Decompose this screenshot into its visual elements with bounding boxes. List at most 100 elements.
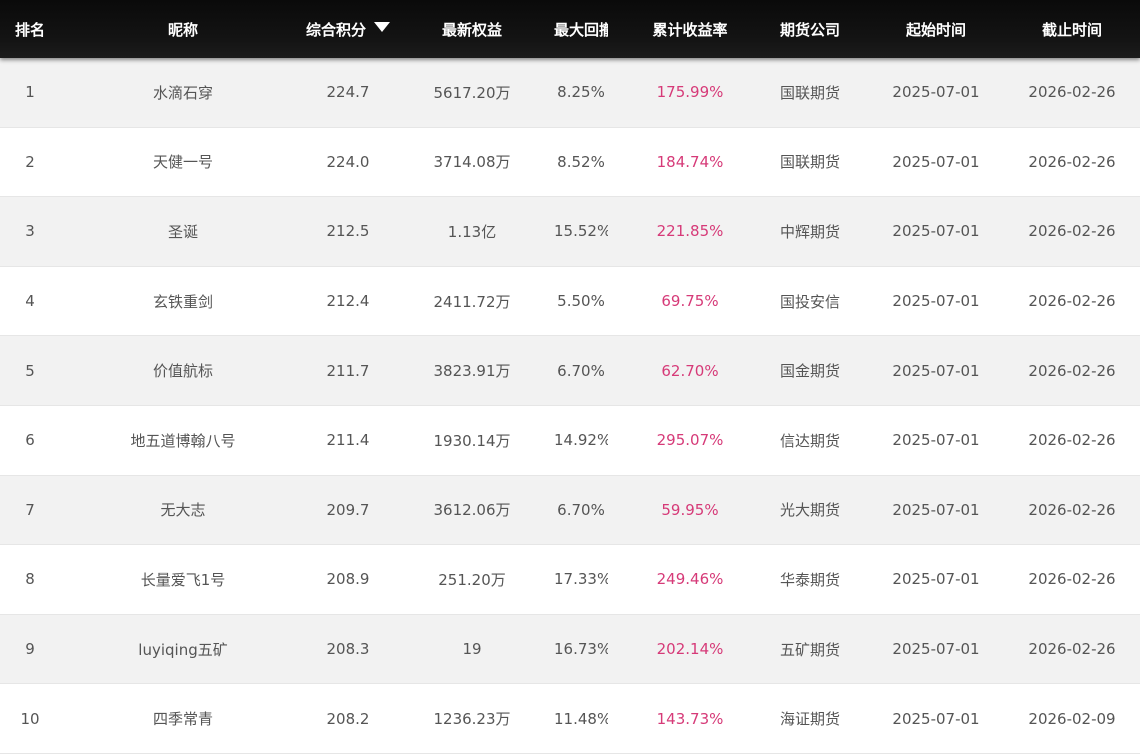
cell-start: 2025-07-01 [892, 500, 980, 519]
cell-drawdown: 5.50% [557, 292, 605, 311]
cell-equity: 251.20万 [438, 570, 506, 589]
cell-score: 212.5 [326, 222, 370, 241]
header-score[interactable]: 综合积分 [306, 19, 390, 40]
cell-return: 295.07% [656, 431, 724, 450]
cell-name[interactable]: 水滴石穿 [60, 82, 306, 103]
cell-company: 国联期货 [779, 153, 840, 172]
cell-end: 2026-02-26 [1028, 570, 1116, 589]
sort-descending-icon[interactable] [374, 22, 390, 32]
table-body: 1 水滴石穿 224.7 5617.20万 8.25% 175.99% 国联期货 2025-0… [0, 58, 1140, 754]
table-row[interactable]: 3 圣诞 212.5 1.13亿 15.52% 221.85% 中辉期货 2025-07-01… [0, 197, 1140, 267]
table-row[interactable]: 10 四季常青 208.2 1236.23万 11.48% 143.73% 海证期货 2025… [0, 684, 1140, 754]
cell-name[interactable]: 四季常青 [60, 708, 306, 729]
cell-drawdown: 8.52% [557, 152, 605, 171]
cell-end: 2026-02-26 [1028, 431, 1116, 450]
cell-return: 202.14% [656, 640, 724, 659]
cell-drawdown: 6.70% [557, 361, 605, 380]
cell-name[interactable]: 价值航标 [60, 360, 306, 381]
cell-name[interactable]: 玄铁重剑 [60, 291, 306, 312]
cell-score: 208.9 [326, 570, 370, 589]
cell-drawdown: 8.25% [557, 83, 605, 102]
cell-company: 华泰期货 [779, 570, 840, 589]
cell-return: 59.95% [661, 500, 719, 519]
table-row[interactable]: 4 玄铁重剑 212.4 2411.72万 5.50% 69.75% 国投安信 2025-07… [0, 266, 1140, 337]
cell-return: 249.46% [656, 570, 724, 589]
cell-return: 62.70% [661, 361, 719, 380]
table-row[interactable]: 9 luyiqing五矿 208.3 19 16.73% 202.14% 五矿期货 2025-… [0, 614, 1140, 685]
cell-start: 2025-07-01 [892, 431, 980, 450]
header-company[interactable]: 期货公司 [772, 19, 848, 40]
cell-equity: 3823.91万 [433, 362, 511, 381]
cell-company: 国金期货 [779, 362, 840, 381]
cell-drawdown: 14.92% [554, 431, 608, 450]
cell-rank: 6 [25, 431, 35, 450]
cell-score: 211.7 [326, 361, 370, 380]
cell-rank: 2 [25, 152, 35, 171]
cell-score: 224.7 [326, 83, 370, 102]
cell-end: 2026-02-26 [1028, 640, 1116, 659]
cell-name[interactable]: 天健一号 [60, 151, 306, 172]
cell-score: 208.2 [326, 709, 370, 728]
table-header: 排名 昵称 综合积分 最新权益 最大回撤 累计收益率 期货公司 起始时间 截止时… [0, 0, 1140, 58]
cell-end: 2026-02-26 [1028, 83, 1116, 102]
cell-start: 2025-07-01 [892, 709, 980, 728]
cell-equity: 3612.06万 [433, 501, 511, 520]
table-row[interactable]: 6 地五道博翰八号 211.4 1930.14万 14.92% 295.07% 信达期货 20… [0, 405, 1140, 476]
cell-company: 光大期货 [779, 501, 840, 520]
table-row[interactable]: 7 无大志 209.7 3612.06万 6.70% 59.95% 光大期货 2025-07-… [0, 475, 1140, 546]
cell-return: 221.85% [656, 222, 724, 241]
cell-start: 2025-07-01 [892, 222, 980, 241]
cell-return: 143.73% [656, 709, 724, 728]
cell-drawdown: 6.70% [557, 500, 605, 519]
cell-drawdown: 11.48% [554, 709, 608, 728]
cell-return: 184.74% [656, 152, 724, 171]
cell-name[interactable]: luyiqing五矿 [60, 639, 306, 660]
table-row[interactable]: 1 水滴石穿 224.7 5617.20万 8.25% 175.99% 国联期货 2025-0… [0, 58, 1140, 128]
cell-start: 2025-07-01 [892, 292, 980, 311]
header-equity[interactable]: 最新权益 [390, 19, 554, 40]
table-row[interactable]: 2 天健一号 224.0 3714.08万 8.52% 184.74% 国联期货 2025-0… [0, 127, 1140, 198]
table-row[interactable]: 8 长量爱飞1号 208.9 251.20万 17.33% 249.46% 华泰期货 2025… [0, 545, 1140, 615]
cell-company: 中辉期货 [779, 222, 840, 241]
cell-equity: 1.13亿 [447, 222, 497, 241]
cell-company: 国联期货 [779, 83, 840, 102]
ranking-table: 排名 昵称 综合积分 最新权益 最大回撤 累计收益率 期货公司 起始时间 截止时… [0, 0, 1140, 754]
cell-score: 211.4 [326, 431, 370, 450]
cell-drawdown: 15.52% [554, 222, 608, 241]
cell-equity: 1930.14万 [433, 431, 511, 450]
header-drawdown[interactable]: 最大回撤 [554, 19, 608, 40]
cell-name[interactable]: 长量爱飞1号 [60, 569, 306, 590]
cell-rank: 3 [25, 222, 35, 241]
cell-score: 208.3 [326, 640, 370, 659]
cell-end: 2026-02-26 [1028, 361, 1116, 380]
cell-return: 175.99% [656, 83, 724, 102]
header-end[interactable]: 截止时间 [1024, 19, 1120, 40]
cell-rank: 5 [25, 361, 35, 380]
header-rank[interactable]: 排名 [0, 19, 60, 40]
cell-start: 2025-07-01 [892, 83, 980, 102]
cell-equity: 19 [462, 640, 482, 659]
cell-name[interactable]: 圣诞 [60, 221, 306, 242]
cell-name[interactable]: 地五道博翰八号 [60, 430, 306, 451]
cell-start: 2025-07-01 [892, 640, 980, 659]
cell-score: 212.4 [326, 292, 370, 311]
cell-rank: 1 [25, 83, 35, 102]
cell-end: 2026-02-26 [1028, 292, 1116, 311]
cell-end: 2026-02-09 [1028, 709, 1116, 728]
cell-start: 2025-07-01 [892, 570, 980, 589]
header-start[interactable]: 起始时间 [848, 19, 1024, 40]
cell-company: 五矿期货 [779, 640, 840, 659]
cell-equity: 2411.72万 [433, 292, 511, 311]
header-name[interactable]: 昵称 [60, 19, 306, 40]
cell-company: 国投安信 [779, 292, 840, 311]
cell-rank: 9 [25, 640, 35, 659]
cell-name[interactable]: 无大志 [60, 499, 306, 520]
table-row[interactable]: 5 价值航标 211.7 3823.91万 6.70% 62.70% 国金期货 2025-07… [0, 336, 1140, 406]
cell-score: 209.7 [326, 500, 370, 519]
header-return[interactable]: 累计收益率 [608, 19, 772, 40]
cell-end: 2026-02-26 [1028, 152, 1116, 171]
cell-return: 69.75% [661, 292, 719, 311]
cell-equity: 5617.20万 [433, 83, 511, 102]
cell-drawdown: 16.73% [554, 640, 608, 659]
cell-rank: 8 [25, 570, 35, 589]
